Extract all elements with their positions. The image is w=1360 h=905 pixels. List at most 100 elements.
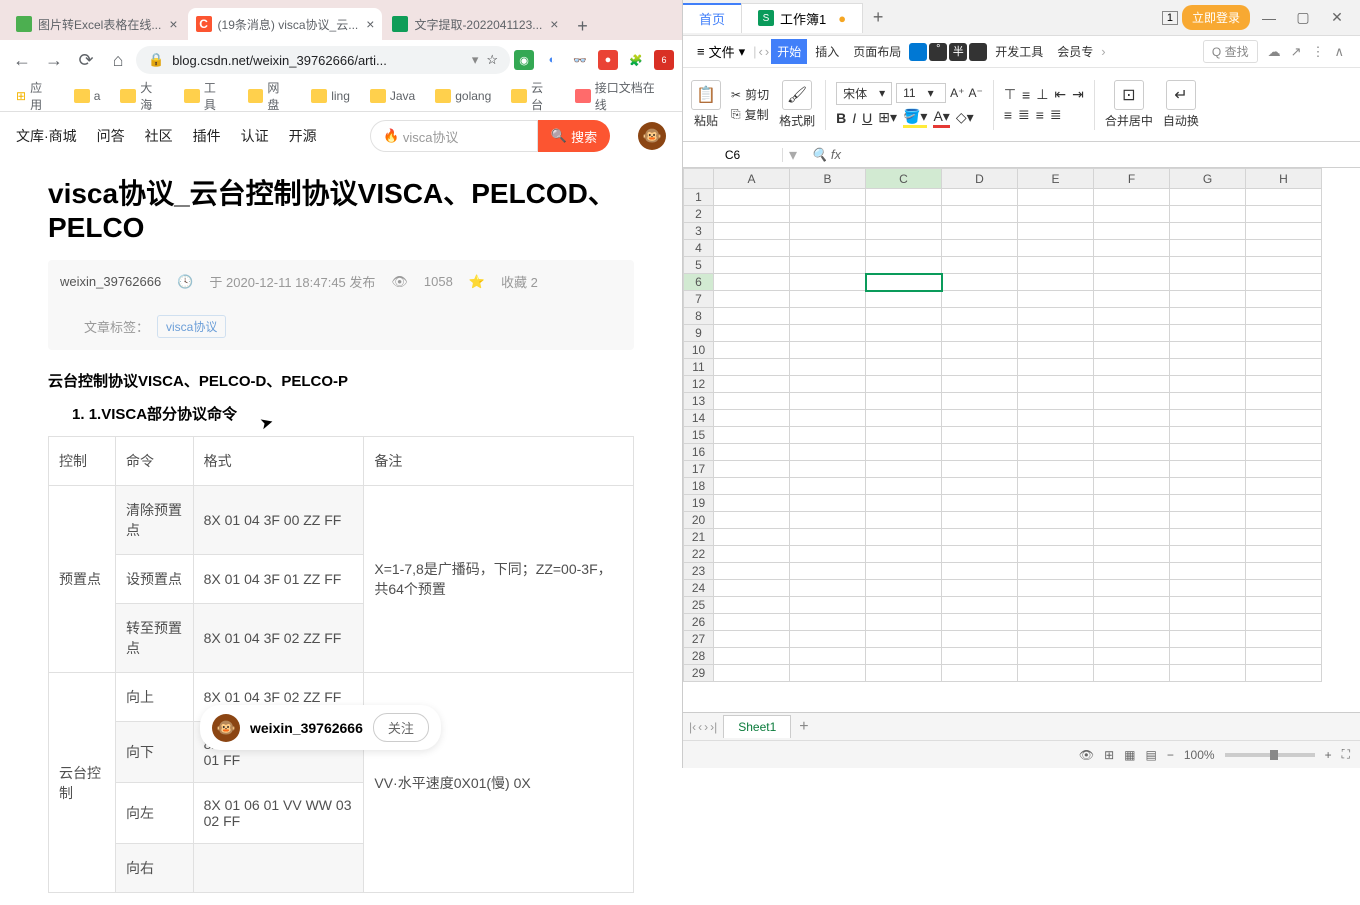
cell[interactable] (1170, 291, 1246, 308)
cell[interactable] (1094, 393, 1170, 410)
cell[interactable] (1246, 189, 1322, 206)
nav-link[interactable]: 插件 (193, 126, 221, 146)
cell[interactable] (866, 325, 942, 342)
cell[interactable] (1018, 427, 1094, 444)
wrap-button[interactable]: ↵ 自动换 (1163, 80, 1199, 129)
row-header[interactable]: 24 (684, 580, 714, 597)
column-header[interactable]: C (866, 169, 942, 189)
cell[interactable] (1246, 444, 1322, 461)
back-button[interactable]: ← (8, 46, 36, 74)
row-header[interactable]: 4 (684, 240, 714, 257)
cell[interactable] (1246, 580, 1322, 597)
next-sheet-icon[interactable]: › (704, 720, 708, 734)
cell[interactable] (1170, 410, 1246, 427)
cell[interactable] (866, 546, 942, 563)
cell[interactable] (1094, 580, 1170, 597)
cell[interactable] (714, 461, 790, 478)
fullscreen-icon[interactable]: ⛶ (1342, 747, 1350, 762)
add-sheet-button[interactable]: + (791, 718, 816, 736)
bold-button[interactable]: B (836, 110, 846, 126)
cell[interactable] (1018, 529, 1094, 546)
addon-icon[interactable]: ° (929, 43, 947, 61)
cell[interactable] (942, 359, 1018, 376)
layout-icon[interactable]: ▦ (1124, 748, 1135, 762)
cell[interactable] (790, 291, 866, 308)
new-tab-button[interactable]: + (568, 12, 596, 40)
cell[interactable] (790, 427, 866, 444)
cell[interactable] (1170, 512, 1246, 529)
cell[interactable] (1170, 376, 1246, 393)
cell[interactable] (866, 563, 942, 580)
cell[interactable] (942, 291, 1018, 308)
wps-home-tab[interactable]: 首页 (683, 3, 741, 33)
row-header[interactable]: 25 (684, 597, 714, 614)
cell[interactable] (866, 223, 942, 240)
align-right-icon[interactable]: ≡ (1036, 107, 1044, 123)
cell[interactable] (1094, 308, 1170, 325)
search-button[interactable]: 🔍搜索 (538, 120, 610, 152)
cell[interactable] (1246, 597, 1322, 614)
cell[interactable] (790, 614, 866, 631)
cell[interactable] (1170, 529, 1246, 546)
addon-icon[interactable] (909, 43, 927, 61)
cell[interactable] (714, 512, 790, 529)
cell[interactable] (942, 478, 1018, 495)
cell[interactable] (1094, 410, 1170, 427)
cell[interactable] (866, 631, 942, 648)
cell[interactable] (714, 257, 790, 274)
align-center-icon[interactable]: ≣ (1018, 106, 1030, 123)
cell[interactable] (1018, 291, 1094, 308)
window-mode-icon[interactable]: 1 (1162, 11, 1178, 25)
column-header[interactable]: A (714, 169, 790, 189)
cell[interactable] (714, 546, 790, 563)
cell[interactable] (790, 359, 866, 376)
cell[interactable] (1018, 257, 1094, 274)
cell[interactable] (1170, 325, 1246, 342)
select-all-corner[interactable] (684, 169, 714, 189)
indent-left-icon[interactable]: ⇤ (1054, 86, 1066, 103)
cell[interactable] (790, 648, 866, 665)
cell[interactable] (790, 325, 866, 342)
cell[interactable] (866, 291, 942, 308)
cell[interactable] (790, 444, 866, 461)
row-header[interactable]: 23 (684, 563, 714, 580)
cell[interactable] (1018, 393, 1094, 410)
row-header[interactable]: 17 (684, 461, 714, 478)
cell[interactable] (1094, 495, 1170, 512)
cell[interactable] (1246, 376, 1322, 393)
cell[interactable] (1094, 427, 1170, 444)
cell[interactable] (790, 189, 866, 206)
row-header[interactable]: 21 (684, 529, 714, 546)
row-header[interactable]: 18 (684, 478, 714, 495)
cell[interactable] (714, 427, 790, 444)
view-icon[interactable]: 👁 (1079, 748, 1094, 762)
bookmark-item[interactable]: ling (303, 85, 358, 107)
collapse-icon[interactable]: ∧ (1334, 44, 1344, 60)
cell[interactable] (866, 495, 942, 512)
cell[interactable] (1170, 444, 1246, 461)
cell[interactable] (942, 614, 1018, 631)
cell[interactable] (1170, 342, 1246, 359)
bookmark-item[interactable]: 网盘 (240, 75, 300, 117)
row-header[interactable]: 19 (684, 495, 714, 512)
cell[interactable] (1170, 461, 1246, 478)
cell[interactable] (1170, 274, 1246, 291)
cell[interactable] (866, 359, 942, 376)
cell[interactable] (1246, 614, 1322, 631)
share-icon[interactable]: ↗ (1291, 44, 1302, 60)
cell[interactable] (1018, 274, 1094, 291)
paste-group[interactable]: 📋 粘贴 (691, 80, 721, 129)
fx-icon[interactable]: 🔍 fx (803, 147, 849, 163)
cell[interactable] (1094, 257, 1170, 274)
align-top-icon[interactable]: ⊤ (1004, 86, 1016, 103)
cell[interactable] (866, 189, 942, 206)
cell[interactable] (790, 478, 866, 495)
cell[interactable] (1018, 597, 1094, 614)
fill-color-button[interactable]: 🪣▾ (903, 108, 927, 128)
bookmark-item[interactable]: golang (427, 85, 499, 107)
tag-link[interactable]: visca协议 (157, 315, 226, 338)
font-color-button[interactable]: A▾ (933, 108, 949, 128)
row-header[interactable]: 13 (684, 393, 714, 410)
cell[interactable] (790, 461, 866, 478)
cell[interactable] (714, 529, 790, 546)
